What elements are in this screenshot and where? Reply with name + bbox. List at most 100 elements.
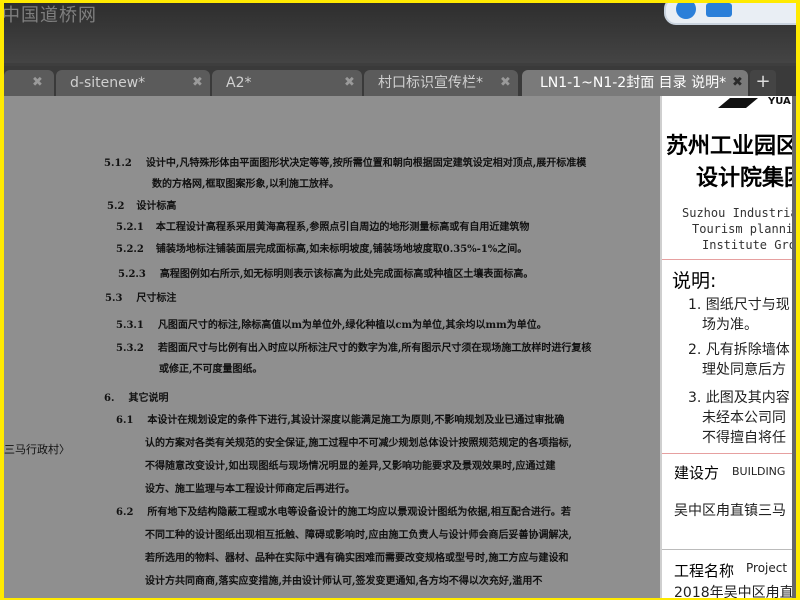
note-item: 1. 图纸尺寸与现 bbox=[688, 297, 790, 313]
notes-heading: 说明: bbox=[672, 270, 717, 292]
note-item: 不得擅自将任 bbox=[702, 430, 786, 446]
builder-value: 吴中区甪直镇三马 bbox=[674, 503, 786, 519]
note-line: 不得随意改变设计,如出现图纸与现场情况明显的差异,又影响功能要求及景观效果时,应… bbox=[145, 457, 555, 472]
note-line: 或修正,不可度量图纸。 bbox=[159, 360, 262, 375]
note-number: 6. bbox=[104, 393, 115, 404]
note-number: 5.3 bbox=[105, 293, 123, 304]
note-text: 或修正,不可度量图纸。 bbox=[159, 364, 263, 375]
note-line: 数的方格网,框取图案形象,以利施工放样。 bbox=[152, 175, 339, 190]
drawing-canvas[interactable]: 5.1.2 设计中,凡特殊形体由平面图形状决定等等,按所需位置和朝向根据固定建筑设… bbox=[4, 96, 796, 598]
note-text: 不得随意改变设计,如出现图纸与现场情况明显的差异,又影响功能要求及景观效果时,应… bbox=[145, 461, 556, 472]
note-line: 5.3.2 若图面尺寸与比例有出入时应以所标注尺寸的数字为准,所有图示尺寸须在现场… bbox=[116, 339, 591, 354]
note-text: 凡图面尺寸的标注,除标高值以m为单位外,绿化种植以cm为单位,其余均以mm为单位… bbox=[157, 320, 547, 331]
divider bbox=[662, 453, 796, 454]
close-icon[interactable]: ✖ bbox=[732, 70, 743, 96]
toolbar-icon[interactable] bbox=[706, 3, 732, 17]
note-text: 不同工种的设计图纸出现相互抵触、障碍或影响时,应由施工负责人与设计师会商后妥善协… bbox=[145, 530, 572, 541]
left-label-fragment: 三马行政村〉 bbox=[4, 443, 70, 456]
note-number: 5.2 bbox=[107, 201, 125, 212]
note-line: 5.1.2 设计中,凡特殊形体由平面图形状决定等等,按所需位置和朝向根据固定建筑设… bbox=[104, 154, 586, 169]
tab-label: A2* bbox=[226, 75, 252, 91]
note-number: 5.3.2 bbox=[116, 343, 144, 354]
note-text: 其它说明 bbox=[128, 393, 169, 404]
tab-a2[interactable]: A2* ✖ bbox=[212, 70, 362, 96]
note-line: 6.1 本设计在规划设定的条件下进行,其设计深度以能满足施工为原则,不影响规划及业… bbox=[116, 411, 564, 426]
note-text: 所有地下及结构隐蔽工程或水电等设备设计的施工均应以景观设计图纸为依据,相互配合进… bbox=[147, 507, 571, 518]
note-text: 设计中,凡特殊形体由平面图形状决定等等,按所需位置和朝向根据固定建筑设定相对顶点… bbox=[145, 158, 587, 169]
close-icon[interactable]: ✖ bbox=[192, 70, 203, 96]
company-name-en-2: Tourism plannin bbox=[692, 222, 796, 236]
company-name-en: Suzhou Industria bbox=[682, 206, 796, 220]
title-bar: 中国道桥网 bbox=[4, 3, 796, 63]
close-icon[interactable]: ✖ bbox=[344, 70, 355, 96]
note-line: 5.3.1 凡图面尺寸的标注,除标高值以m为单位外,绿化种植以cm为单位,其余均以… bbox=[116, 316, 547, 331]
note-text: 本工程设计高程系采用黄海高程系,参照点引自周边的地形测量标高或有自用近建筑物 bbox=[155, 222, 530, 233]
document-tab-bar: ✖ d-sitenew* ✖ A2* ✖ 村口标识宣传栏* ✖ LN1-1~N1… bbox=[4, 66, 796, 96]
tab-label: 村口标识宣传栏* bbox=[378, 75, 483, 91]
note-line: 若所选用的物料、器材、品种在实际中遇有确实困难而需要改变规格或型号时,施工方应与… bbox=[145, 549, 568, 564]
note-line: 6. 其它说明 bbox=[104, 389, 168, 404]
note-number: 5.2.1 bbox=[116, 222, 144, 233]
note-text: 设方、施工监理与本工程设计师商定后再进行。 bbox=[145, 484, 355, 495]
note-text: 设计方共同商商,落实应变措施,并由设计师认可,签发变更通知,各方均不得以次充好,… bbox=[145, 576, 543, 587]
builder-label: 建设方 bbox=[674, 464, 720, 482]
note-text: 高程图例如右所示,如无标明则表示该标高为此处完成面标高或种植区土壤表面标高。 bbox=[159, 269, 534, 280]
note-number: 5.2.2 bbox=[116, 244, 144, 255]
app-icon[interactable] bbox=[676, 3, 696, 19]
project-value: 2018年吴中区甪直 bbox=[674, 585, 794, 598]
vertical-scrollbar[interactable] bbox=[792, 96, 796, 598]
note-item: 未经本公司同 bbox=[702, 410, 786, 426]
logo-mark bbox=[718, 98, 758, 108]
project-label: 工程名称 bbox=[674, 562, 735, 580]
watermark: 中国道桥网 bbox=[4, 5, 97, 26]
note-line: 5.2.3 高程图例如右所示,如无标明则表示该标高为此处完成面标高或种植区土壤表面… bbox=[118, 265, 533, 280]
note-line: 不同工种的设计图纸出现相互抵触、障碍或影响时,应由施工负责人与设计师会商后妥善协… bbox=[145, 526, 572, 541]
note-line: 5.2 设计标高 bbox=[107, 197, 176, 212]
new-tab-button[interactable]: + bbox=[750, 70, 776, 96]
note-text: 数的方格网,框取图案形象,以利施工放样。 bbox=[152, 179, 339, 190]
cad-window: 中国道桥网 ✖ d-sitenew* ✖ A2* ✖ 村口标识宣传栏* ✖ LN… bbox=[4, 3, 796, 598]
note-text: 认的方案对各类有关规范的安全保证,施工过程中不可减少规划总体设计按照规范规定的各… bbox=[145, 438, 572, 449]
note-number: 6.1 bbox=[116, 415, 134, 426]
tab-label: LN1-1~N1-2封面 目录 说明* bbox=[540, 75, 727, 91]
company-name-en-3: Institute Gro bbox=[702, 238, 796, 252]
top-toolbar-widget[interactable] bbox=[664, 3, 796, 25]
note-line: 认的方案对各类有关规范的安全保证,施工过程中不可减少规划总体设计按照规范规定的各… bbox=[145, 434, 572, 449]
note-line: 5.2.2 铺装场地标注铺装面层完成面标高,如未标明坡度,铺装场地坡度取0.35%… bbox=[116, 240, 527, 255]
note-text: 尺寸标注 bbox=[136, 293, 177, 304]
note-item: 场为准。 bbox=[702, 317, 758, 333]
note-line: 设方、施工监理与本工程设计师商定后再进行。 bbox=[145, 480, 355, 495]
company-name-cn: 苏州工业园区 bbox=[666, 134, 796, 159]
note-item: 2. 凡有拆除墙体 bbox=[688, 342, 790, 358]
tab-ln1-cover[interactable]: LN1-1~N1-2封面 目录 说明* ✖ bbox=[522, 70, 748, 96]
close-icon[interactable]: ✖ bbox=[32, 70, 43, 96]
divider bbox=[662, 549, 796, 550]
divider bbox=[662, 259, 796, 260]
note-number: 5.2.3 bbox=[118, 269, 146, 280]
note-text: 设计标高 bbox=[136, 201, 177, 212]
close-icon[interactable]: ✖ bbox=[500, 70, 511, 96]
logo-text: YUA bbox=[768, 96, 791, 107]
project-label-en: Project bbox=[746, 561, 788, 575]
tab-label: d-sitenew* bbox=[70, 75, 146, 91]
note-text: 若所选用的物料、器材、品种在实际中遇有确实困难而需要改变规格或型号时,施工方应与… bbox=[145, 553, 569, 564]
tab-document-1[interactable]: ✖ bbox=[4, 70, 54, 96]
company-logo: YUA bbox=[718, 96, 796, 110]
tab-village-sign[interactable]: 村口标识宣传栏* ✖ bbox=[364, 70, 518, 96]
drawing-title-block: YUA 苏州工业园区 设计院集团 Suzhou Industria Touris… bbox=[660, 96, 796, 598]
note-number: 5.3.1 bbox=[116, 320, 144, 331]
note-text: 铺装场地标注铺装面层完成面标高,如未标明坡度,铺装场地坡度取0.35%-1%之间… bbox=[155, 244, 528, 255]
builder-label-en: BUILDING bbox=[732, 465, 786, 478]
note-number: 6.2 bbox=[116, 507, 134, 518]
company-name-cn-2: 设计院集团 bbox=[696, 166, 796, 191]
note-line: 设计方共同商商,落实应变措施,并由设计师认可,签发变更通知,各方均不得以次充好,… bbox=[145, 572, 542, 587]
note-item: 3. 此图及其内容 bbox=[688, 390, 790, 406]
note-line: 6.2 所有地下及结构隐蔽工程或水电等设备设计的施工均应以景观设计图纸为依据,相互… bbox=[116, 503, 571, 518]
tab-d-sitenew[interactable]: d-sitenew* ✖ bbox=[56, 70, 210, 96]
note-text: 若图面尺寸与比例有出入时应以所标注尺寸的数字为准,所有图示尺寸须在现场施工放样时… bbox=[157, 343, 592, 354]
note-line: 5.3 尺寸标注 bbox=[105, 289, 176, 304]
note-line: 5.2.1 本工程设计高程系采用黄海高程系,参照点引自周边的地形测量标高或有自用近… bbox=[116, 218, 529, 233]
note-item: 理处同意后方 bbox=[702, 362, 786, 378]
note-number: 5.1.2 bbox=[104, 158, 132, 169]
note-text: 本设计在规划设定的条件下进行,其设计深度以能满足施工为原则,不影响规划及业已通过… bbox=[147, 415, 565, 426]
